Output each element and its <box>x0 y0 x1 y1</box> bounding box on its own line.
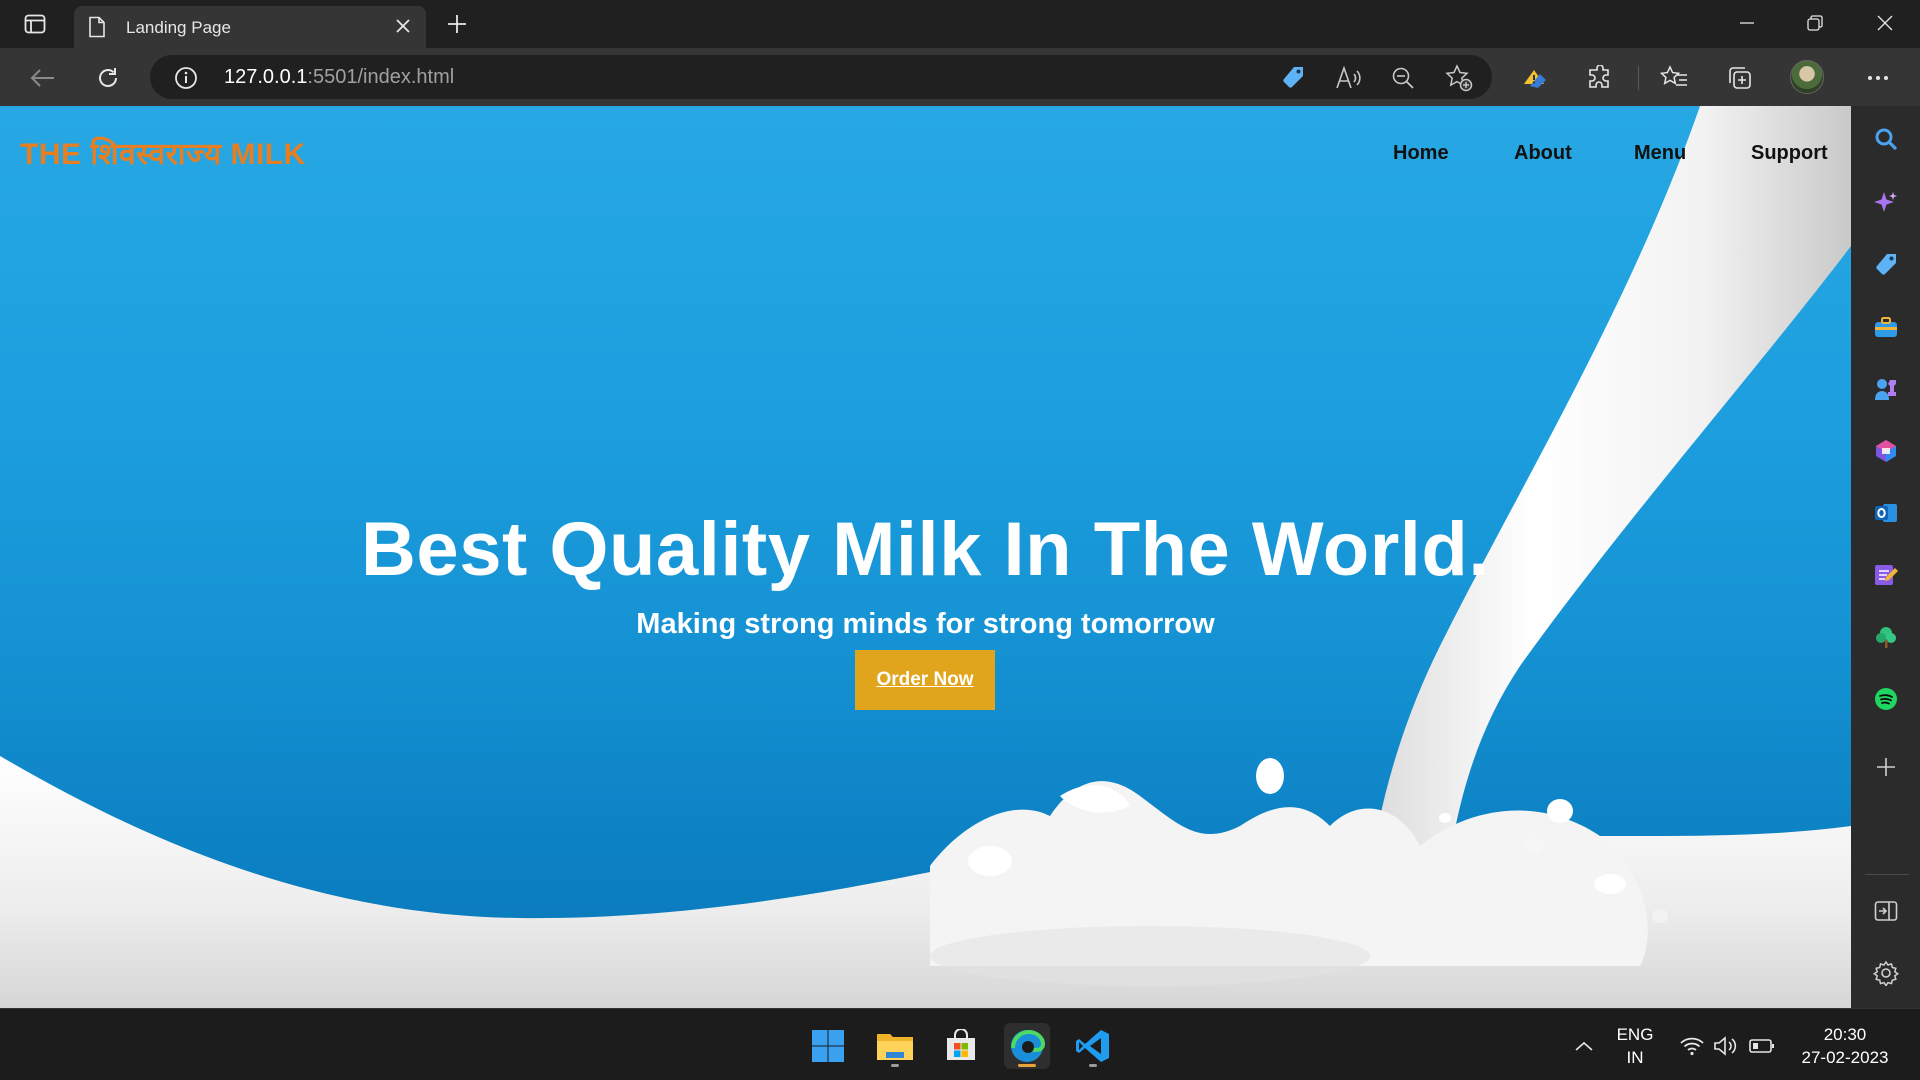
edge-browser-icon[interactable] <box>1004 1023 1050 1069</box>
settings-gear-icon[interactable] <box>1871 958 1901 988</box>
shopping-tag-icon[interactable] <box>1871 250 1901 280</box>
active-indicator <box>1018 1064 1036 1067</box>
site-logo[interactable]: THE शिवस्वराज्य MILK <box>20 132 306 173</box>
tab-landing-page[interactable]: Landing Page <box>74 6 426 48</box>
spotify-icon[interactable] <box>1871 684 1901 714</box>
tree-icon[interactable] <box>1871 622 1901 652</box>
tools-briefcase-icon[interactable] <box>1871 312 1901 342</box>
title-bar: Landing Page <box>0 0 1920 48</box>
zoom-out-icon[interactable] <box>1388 64 1418 92</box>
toolbar-divider <box>1638 66 1639 90</box>
show-hidden-icons-chevron-icon[interactable] <box>1571 1033 1597 1059</box>
refresh-icon[interactable] <box>90 60 126 96</box>
tab-actions-icon[interactable] <box>18 10 52 38</box>
microsoft-store-icon[interactable] <box>938 1023 984 1069</box>
nav-support-link[interactable]: Support <box>1751 142 1828 165</box>
nav-home-link[interactable]: Home <box>1393 142 1449 165</box>
browser-toolbar: 127.0.0.1:5501/index.html <box>0 48 1920 106</box>
order-now-button[interactable]: Order Now <box>855 650 995 710</box>
add-favorite-icon[interactable] <box>1444 64 1474 92</box>
microsoft-365-icon[interactable] <box>1871 436 1901 466</box>
extensions-icon[interactable] <box>1582 60 1618 96</box>
clock[interactable]: 20:30 27-02-2023 <box>1790 1023 1900 1069</box>
battery-icon[interactable] <box>1749 1033 1775 1059</box>
games-icon[interactable] <box>1871 374 1901 404</box>
drop-notes-icon[interactable] <box>1871 560 1901 590</box>
clock-date: 27-02-2023 <box>1801 1048 1889 1067</box>
favorites-icon[interactable] <box>1656 60 1692 96</box>
file-explorer-icon[interactable] <box>872 1023 918 1069</box>
more-options-icon[interactable] <box>1860 60 1896 96</box>
volume-icon[interactable] <box>1713 1033 1739 1059</box>
coupon-tag-icon[interactable] <box>1278 64 1308 92</box>
windows-taskbar: ENG IN 20:30 27-02-2023 <box>0 1008 1920 1080</box>
clock-time: 20:30 <box>1823 1025 1867 1044</box>
close-tab-icon[interactable] <box>392 15 414 37</box>
hero-title: Best Quality Milk In The World. <box>361 507 1490 592</box>
back-icon[interactable] <box>24 60 60 96</box>
collections-icon[interactable] <box>1722 60 1758 96</box>
edge-sidebar <box>1851 106 1920 1008</box>
read-aloud-icon[interactable] <box>1334 64 1364 92</box>
url-text: 127.0.0.1:5501/index.html <box>224 66 455 88</box>
input-language[interactable]: ENG IN <box>1612 1023 1658 1069</box>
sidebar-divider <box>1865 874 1909 875</box>
new-tab-icon[interactable] <box>440 10 474 38</box>
nav-about-link[interactable]: About <box>1514 142 1572 165</box>
page-viewport: THE शिवस्वराज्य MILK Home About Menu Sup… <box>0 106 1851 1008</box>
hide-sidebar-icon[interactable] <box>1871 896 1901 926</box>
tab-title: Landing Page <box>126 18 231 37</box>
nav-menu-link[interactable]: Menu <box>1634 142 1686 165</box>
restore-icon[interactable] <box>1792 6 1838 40</box>
search-icon[interactable] <box>1871 124 1901 154</box>
extension-warning-icon[interactable] <box>1516 60 1552 96</box>
running-indicator <box>1089 1064 1097 1067</box>
order-now-label: Order Now <box>876 669 974 690</box>
document-icon <box>88 16 106 43</box>
running-indicator <box>891 1064 899 1067</box>
outlook-icon[interactable] <box>1871 498 1901 528</box>
minimize-icon[interactable] <box>1724 6 1770 40</box>
discover-sparkle-icon[interactable] <box>1871 188 1901 218</box>
site-info-icon[interactable] <box>174 66 198 95</box>
wifi-icon[interactable] <box>1679 1033 1705 1059</box>
hero-subtitle: Making strong minds for strong tomorrow <box>636 608 1215 640</box>
start-windows-icon[interactable] <box>805 1023 851 1069</box>
vscode-icon[interactable] <box>1070 1023 1116 1069</box>
add-sidebar-app-icon[interactable] <box>1871 752 1901 782</box>
profile-avatar[interactable] <box>1790 60 1824 94</box>
address-bar[interactable]: 127.0.0.1:5501/index.html <box>150 55 1492 99</box>
close-window-icon[interactable] <box>1862 6 1908 40</box>
